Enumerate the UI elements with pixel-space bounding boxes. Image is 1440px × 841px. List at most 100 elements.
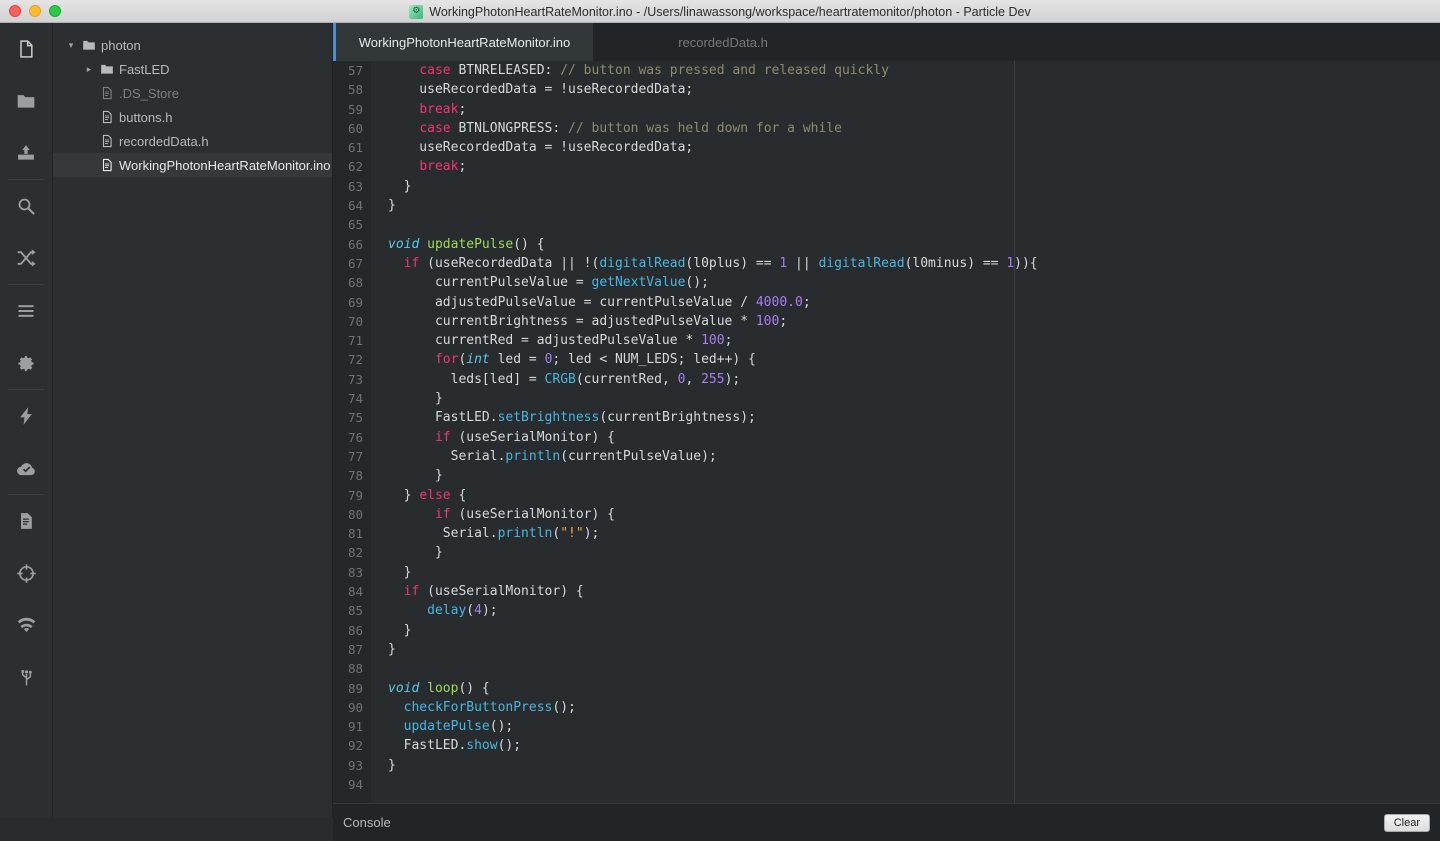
line-number: 64	[347, 198, 363, 214]
folder-icon[interactable]	[0, 75, 53, 127]
gear-icon[interactable]	[0, 337, 53, 389]
code-line: 70 currentBrightness = adjustedPulseValu…	[333, 312, 1038, 331]
token-pln: }	[388, 564, 412, 580]
lightning-icon[interactable]	[0, 390, 53, 442]
console-label: Console	[343, 815, 391, 830]
tree-folder-row[interactable]: ▾ photon	[53, 33, 332, 57]
code-line: 80 if (useSerialMonitor) {	[333, 505, 1038, 524]
code-line: 78 }	[333, 466, 1038, 485]
token-pln	[388, 352, 435, 367]
clear-button[interactable]: Clear	[1383, 813, 1430, 832]
token-pln: );	[481, 603, 498, 619]
code-line-text: updatePulse();	[371, 717, 514, 736]
minimize-button[interactable]	[29, 5, 41, 17]
cloud-check-icon[interactable]	[0, 442, 53, 494]
chevron-down-icon[interactable]: ▾	[63, 40, 79, 51]
token-call: delay	[427, 603, 467, 619]
code-line: 89 void loop() {	[333, 679, 1038, 698]
editor-pane: WorkingPhotonHeartRateMonitor.ino recorde…	[333, 23, 1440, 841]
token-pln: (useSerialMonitor) {	[450, 506, 615, 522]
code-line: 59 break;	[333, 100, 1038, 119]
line-number: 93	[347, 757, 363, 773]
line-number: 83	[347, 564, 363, 580]
code-line-text: void updatePulse() {	[371, 235, 545, 254]
list-icon[interactable]	[0, 285, 53, 337]
line-number: 67	[347, 255, 363, 271]
token-pln: () {	[458, 680, 490, 696]
tree-file-row[interactable]: recordedData.h	[53, 129, 332, 153]
line-number: 76	[347, 429, 363, 445]
search-icon[interactable]	[0, 180, 53, 232]
token-kw: case	[419, 120, 451, 136]
code-line-text: }	[371, 563, 412, 582]
token-pln	[388, 256, 404, 271]
window-title-bar: ⚙ WorkingPhotonHeartRateMonitor.ino - /U…	[0, 0, 1440, 23]
token-pln	[388, 102, 419, 117]
token-pln: (useSerialMonitor) {	[450, 429, 615, 445]
token-pln: currentBrightness = adjustedPulseValue *	[388, 313, 756, 329]
tree-item-label: .DS_Store	[119, 85, 179, 101]
line-number: 84	[347, 584, 363, 600]
token-pln: }	[388, 641, 396, 657]
token-pln	[388, 63, 419, 78]
token-pln	[388, 719, 404, 734]
file-icon	[97, 86, 117, 100]
token-call: updatePulse	[403, 719, 490, 735]
zoom-button[interactable]	[49, 5, 61, 17]
code-line: 64}	[333, 196, 1038, 215]
code-line-text: void loop() {	[371, 679, 490, 698]
chevron-right-icon[interactable]: ▸	[81, 64, 97, 75]
token-pln: FastLED.	[388, 738, 467, 754]
tree-item-label: buttons.h	[119, 109, 173, 125]
target-icon[interactable]	[0, 547, 53, 599]
token-pln	[419, 237, 427, 252]
code-line: 66 void updatePulse() {	[333, 235, 1038, 254]
token-call: checkForButtonPress	[403, 699, 553, 715]
line-number: 69	[347, 294, 363, 310]
document-icon[interactable]	[0, 495, 53, 547]
editor-tab[interactable]: recordedData.h	[593, 23, 853, 61]
line-number: 85	[347, 603, 363, 619]
wifi-icon[interactable]	[0, 599, 53, 651]
tree-file-row[interactable]: buttons.h	[53, 105, 332, 129]
file-icon	[97, 134, 117, 148]
token-pln: ();	[489, 719, 514, 735]
token-pln: }	[388, 198, 396, 214]
code-line-text: }	[371, 543, 443, 562]
code-line: 69 adjustedPulseValue = currentPulseValu…	[333, 293, 1038, 312]
source-code[interactable]: 57 case BTNRELEASED: // button was press…	[333, 61, 1038, 794]
editor-tab-active[interactable]: WorkingPhotonHeartRateMonitor.ino	[333, 23, 593, 61]
tree-item-label: FastLED	[119, 61, 170, 77]
code-line: 81 Serial.println("!");	[333, 524, 1038, 543]
tree-file-row[interactable]: .DS_Store	[53, 81, 332, 105]
code-line-text: leds[led] = CRGB(currentRed, 0, 255);	[371, 370, 741, 389]
token-pln: Serial.	[388, 526, 498, 542]
token-pln	[388, 159, 419, 174]
token-pln: ;	[724, 333, 733, 349]
usb-icon[interactable]	[0, 651, 53, 703]
code-line-text: break;	[371, 157, 466, 176]
close-button[interactable]	[9, 5, 21, 17]
code-line: 57 case BTNRELEASED: // button was press…	[333, 61, 1038, 80]
download-icon[interactable]	[0, 127, 53, 179]
code-line-text: if (useSerialMonitor) {	[371, 582, 584, 601]
token-pln: currentRed = adjustedPulseValue *	[388, 333, 702, 349]
code-line-text: currentRed = adjustedPulseValue * 100;	[371, 331, 732, 350]
code-line-text: FastLED.show();	[371, 736, 521, 755]
tree-file-row[interactable]: WorkingPhotonHeartRateMonitor.ino	[53, 153, 332, 177]
token-kw: if	[403, 255, 420, 271]
token-pln: (currentRed,	[575, 371, 678, 387]
token-pln: ||	[787, 255, 819, 271]
token-pln	[388, 584, 404, 599]
code-line: 73 leds[led] = CRGB(currentRed, 0, 255);	[333, 370, 1038, 389]
shuffle-icon[interactable]	[0, 232, 53, 284]
code-line: 82 }	[333, 543, 1038, 562]
token-fn: updatePulse	[427, 236, 514, 252]
file-icon[interactable]	[0, 23, 53, 75]
token-kw: break	[419, 159, 459, 175]
token-pln: leds[led] =	[388, 371, 545, 387]
line-number: 62	[347, 159, 363, 175]
code-line: 60 case BTNLONGPRESS: // button was held…	[333, 119, 1038, 138]
tree-folder-row[interactable]: ▸ FastLED	[53, 57, 332, 81]
code-area[interactable]: 57 case BTNRELEASED: // button was press…	[333, 61, 1440, 803]
